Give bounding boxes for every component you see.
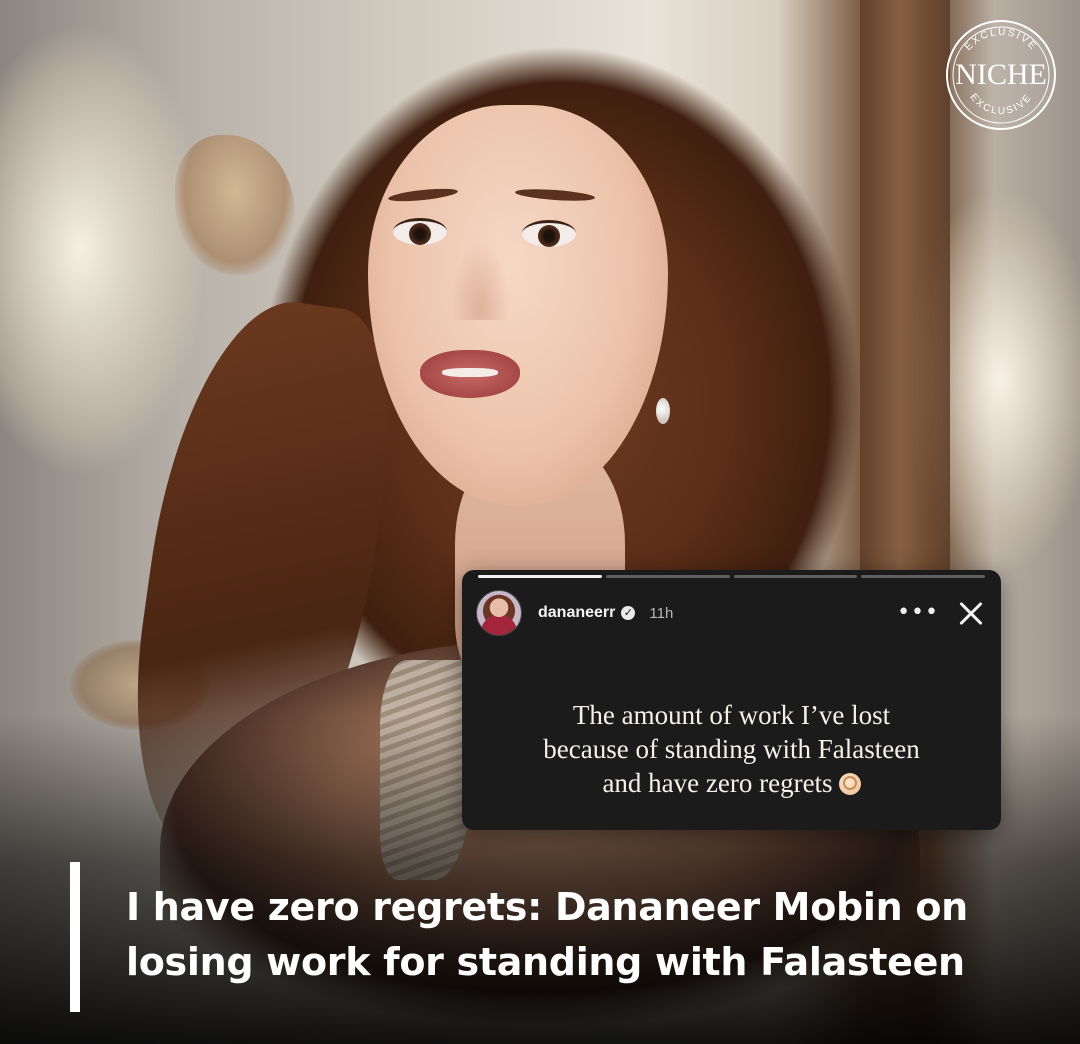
ok-hand-emoji — [838, 773, 861, 795]
nose — [450, 240, 510, 320]
headline-line-2: losing work for standing with Falasteen — [126, 940, 965, 984]
story-header: dananeerr ✓ 11h ••• — [476, 590, 991, 636]
avatar[interactable] — [476, 590, 522, 636]
story-progress-segment — [605, 575, 730, 578]
headline-line-1: I have zero regrets: Dananeer Mobin on — [126, 885, 968, 929]
story-timestamp: 11h — [649, 604, 674, 622]
instagram-story-screenshot: dananeerr ✓ 11h ••• The amount of work I… — [462, 570, 1001, 830]
verified-check-icon: ✓ — [621, 606, 636, 620]
story-progress-segment — [861, 575, 985, 578]
left-eye — [393, 218, 447, 245]
story-username[interactable]: dananeerr — [538, 604, 615, 622]
headline-accent-bar — [70, 862, 80, 1012]
headline: I have zero regrets: Dananeer Mobin on l… — [126, 880, 1036, 990]
more-horizontal-icon[interactable]: ••• — [885, 602, 951, 624]
story-progress-segment — [733, 575, 858, 578]
story-text-line: The amount of work I’ve lost — [572, 700, 891, 730]
niche-exclusive-logo: EXCLUSIVE NICHE EXCLUSIVE — [944, 18, 1058, 132]
story-progress-bar — [478, 575, 985, 578]
story-text-line: and have zero regrets — [602, 768, 833, 798]
lips — [420, 350, 520, 398]
post-image: EXCLUSIVE NICHE EXCLUSIVE dananeerr ✓ 11… — [0, 0, 1080, 1044]
close-icon[interactable] — [951, 593, 991, 633]
right-eye — [522, 220, 576, 247]
story-caption: The amount of work I’ve lost because of … — [482, 698, 981, 800]
story-progress-segment — [478, 575, 602, 578]
badge-brand: NICHE — [955, 58, 1047, 91]
story-text-line: because of standing with Falasteen — [543, 734, 920, 764]
earring — [656, 398, 670, 424]
